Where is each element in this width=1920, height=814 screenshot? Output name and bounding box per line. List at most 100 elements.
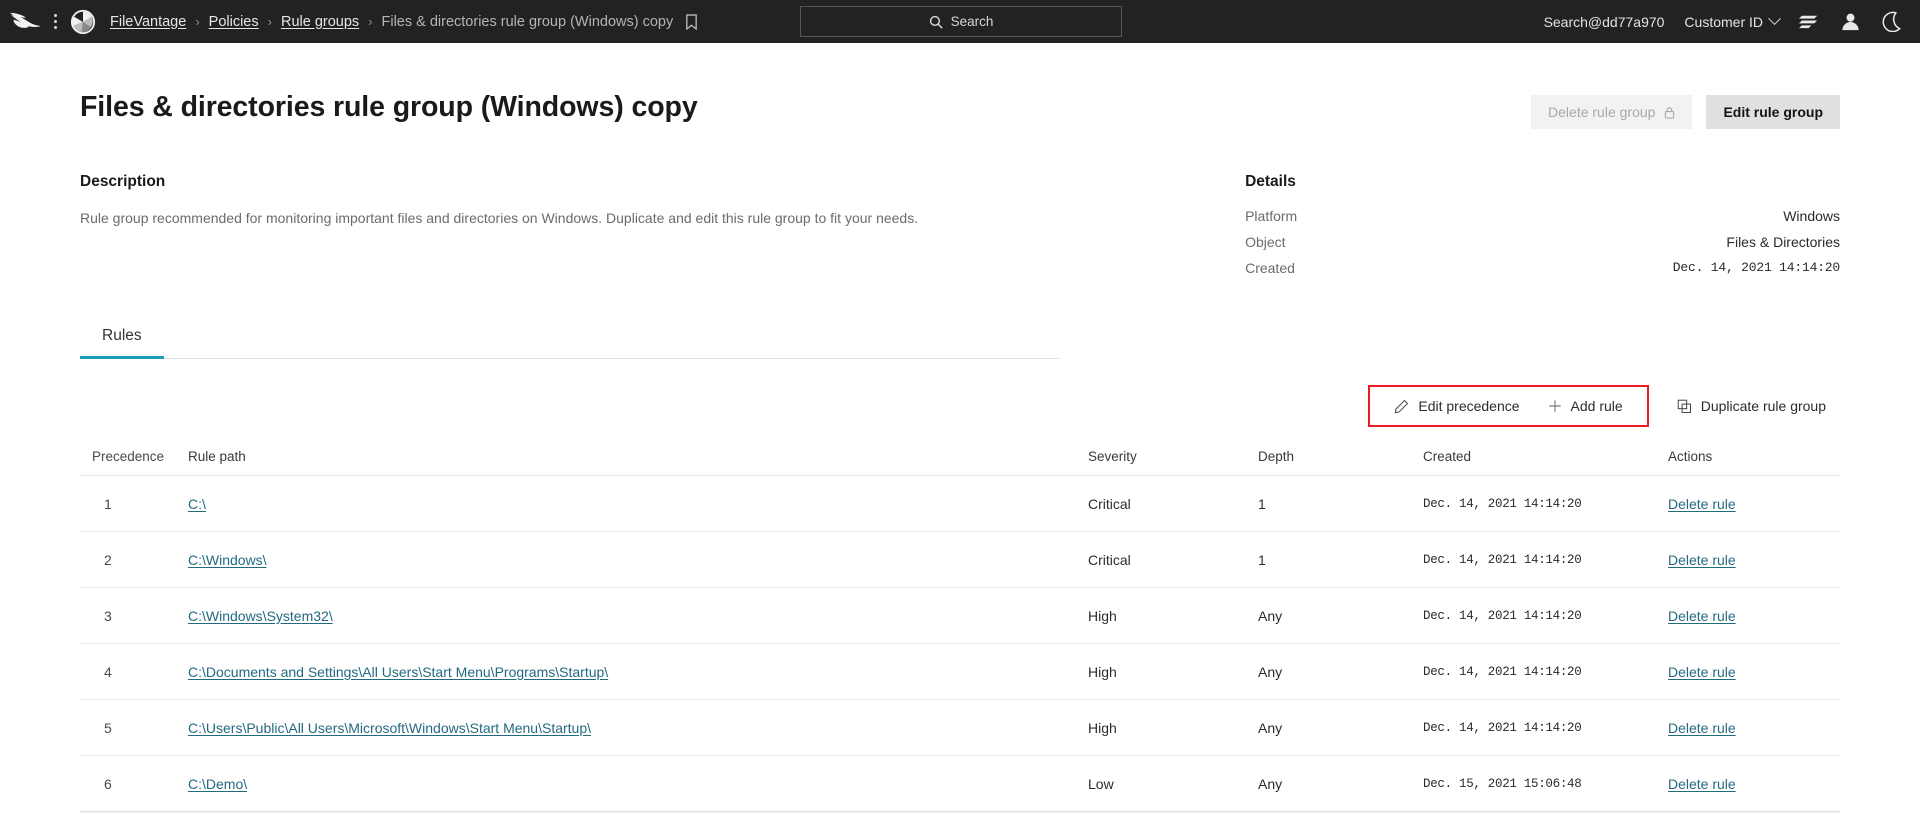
cell-depth: Any <box>1258 719 1283 736</box>
tab-bar: Rules <box>80 318 1060 359</box>
info-section: Description Rule group recommended for m… <box>80 173 1840 286</box>
detail-row-created: Created Dec. 14, 2021 14:14:20 <box>1245 260 1840 276</box>
add-rule-button[interactable]: Add rule <box>1534 391 1637 421</box>
duplicate-rule-group-label: Duplicate rule group <box>1700 398 1826 414</box>
moon-icon[interactable] <box>1881 11 1902 32</box>
topbar-right-cluster: Search@dd77a970 Customer ID <box>1544 11 1902 32</box>
table-row[interactable]: 6 C:\Demo\ Low Any Dec. 15, 2021 15:06:4… <box>80 756 1840 812</box>
cell-precedence: 1 <box>104 495 112 512</box>
detail-row-platform: Platform Windows <box>1245 208 1840 224</box>
cell-created: Dec. 14, 2021 14:14:20 <box>1423 608 1582 623</box>
detail-value: Dec. 14, 2021 14:14:20 <box>1672 260 1840 275</box>
edit-rule-group-button[interactable]: Edit rule group <box>1706 95 1840 129</box>
tab-rules[interactable]: Rules <box>80 318 164 359</box>
table-row[interactable]: 3 C:\Windows\System32\ High Any Dec. 14,… <box>80 588 1840 644</box>
cell-severity: High <box>1088 607 1117 624</box>
user-account-label[interactable]: Search@dd77a970 <box>1544 14 1665 30</box>
rule-path-link[interactable]: C:\Documents and Settings\All Users\Star… <box>188 664 608 680</box>
duplicate-rule-group-button[interactable]: Duplicate rule group <box>1663 391 1840 421</box>
cell-precedence: 5 <box>104 719 112 736</box>
detail-value: Windows <box>1783 208 1840 224</box>
delete-rule-group-button[interactable]: Delete rule group <box>1531 95 1693 129</box>
delete-rule-link[interactable]: Delete rule <box>1668 664 1736 680</box>
cell-created: Dec. 14, 2021 14:14:20 <box>1423 664 1582 679</box>
top-navigation-bar: FileVantage › Policies › Rule groups › F… <box>0 0 1920 43</box>
table-row[interactable]: 5 C:\Users\Public\All Users\Microsoft\Wi… <box>80 700 1840 756</box>
table-row[interactable]: 2 C:\Windows\ Critical 1 Dec. 14, 2021 1… <box>80 532 1840 588</box>
kebab-menu-icon[interactable] <box>46 11 64 33</box>
rule-path-link[interactable]: C:\Users\Public\All Users\Microsoft\Wind… <box>188 720 591 736</box>
customer-id-label: Customer ID <box>1684 13 1763 30</box>
delete-rule-link[interactable]: Delete rule <box>1668 552 1736 568</box>
breadcrumb-item-policies[interactable]: Policies <box>209 14 259 30</box>
breadcrumb-separator: › <box>267 14 272 29</box>
detail-key: Object <box>1245 234 1286 250</box>
delete-rule-group-label: Delete rule group <box>1548 104 1656 120</box>
filevantage-app-icon[interactable] <box>70 9 96 35</box>
bookmark-icon[interactable] <box>685 13 698 30</box>
table-row[interactable]: 1 C:\ Critical 1 Dec. 14, 2021 14:14:20 … <box>80 476 1840 532</box>
description-section: Description Rule group recommended for m… <box>80 173 1245 286</box>
pencil-icon <box>1395 399 1409 413</box>
description-text: Rule group recommended for monitoring im… <box>80 210 919 226</box>
delete-rule-link[interactable]: Delete rule <box>1668 608 1736 624</box>
breadcrumb-item-filevantage[interactable]: FileVantage <box>110 14 186 30</box>
page-title: Files & directories rule group (Windows)… <box>80 91 698 123</box>
cell-created: Dec. 14, 2021 14:14:20 <box>1423 496 1582 511</box>
add-rule-label: Add rule <box>1570 398 1623 414</box>
copy-icon <box>1677 399 1691 413</box>
table-header-row: Precedence Rule path Severity Depth Crea… <box>80 449 1840 476</box>
cell-depth: 1 <box>1258 551 1266 568</box>
breadcrumb-item-rule-groups[interactable]: Rule groups <box>281 14 359 30</box>
rule-path-link[interactable]: C:\Windows\ <box>188 552 267 568</box>
delete-rule-link[interactable]: Delete rule <box>1668 720 1736 736</box>
list-icon[interactable] <box>1799 11 1820 32</box>
customer-id-selector[interactable]: Customer ID <box>1684 12 1781 30</box>
lock-icon <box>1665 106 1675 119</box>
cell-severity: High <box>1088 663 1117 680</box>
detail-row-object: Object Files & Directories <box>1245 234 1840 250</box>
cell-created: Dec. 14, 2021 14:14:20 <box>1423 552 1582 567</box>
cell-depth: 1 <box>1258 495 1266 512</box>
page-header-actions: Delete rule group Edit rule group <box>1531 91 1840 129</box>
rules-toolbar: Edit precedence Add rule Duplicate rule … <box>80 385 1840 427</box>
detail-value: Files & Directories <box>1726 234 1840 250</box>
highlighted-tool-group: Edit precedence Add rule <box>1368 385 1649 427</box>
breadcrumb-separator: › <box>195 14 200 29</box>
detail-key: Platform <box>1245 208 1298 224</box>
cell-precedence: 6 <box>104 775 112 792</box>
falcon-logo[interactable] <box>10 11 44 33</box>
description-heading: Description <box>80 173 166 190</box>
column-header-rule-path: Rule path <box>188 449 246 464</box>
cell-depth: Any <box>1258 775 1283 792</box>
cell-precedence: 4 <box>104 663 112 680</box>
search-input[interactable]: Search <box>800 6 1122 37</box>
breadcrumb-item-current: Files & directories rule group (Windows)… <box>381 13 674 30</box>
column-header-actions: Actions <box>1668 449 1713 464</box>
details-section: Details Platform Windows Object Files & … <box>1245 173 1840 286</box>
cell-precedence: 2 <box>104 551 112 568</box>
user-icon[interactable] <box>1840 11 1861 32</box>
delete-rule-link[interactable]: Delete rule <box>1668 496 1736 512</box>
breadcrumb-separator: › <box>368 14 373 29</box>
cell-depth: Any <box>1258 607 1283 624</box>
plus-icon <box>1548 400 1561 412</box>
cell-created: Dec. 15, 2021 15:06:48 <box>1423 776 1582 791</box>
rule-path-link[interactable]: C:\Windows\System32\ <box>188 608 333 624</box>
column-header-depth: Depth <box>1258 449 1295 464</box>
cell-severity: Low <box>1088 775 1114 792</box>
column-header-severity: Severity <box>1088 449 1137 464</box>
table-row[interactable]: 4 C:\Documents and Settings\All Users\St… <box>80 644 1840 700</box>
column-header-created: Created <box>1423 449 1472 464</box>
breadcrumb: FileVantage › Policies › Rule groups › F… <box>110 14 698 30</box>
rule-path-link[interactable]: C:\ <box>188 496 206 512</box>
delete-rule-link[interactable]: Delete rule <box>1668 776 1736 792</box>
edit-precedence-button[interactable]: Edit precedence <box>1380 391 1533 421</box>
column-header-precedence: Precedence <box>92 449 165 464</box>
cell-precedence: 3 <box>104 607 112 624</box>
rule-path-link[interactable]: C:\Demo\ <box>188 776 247 792</box>
page-header: Files & directories rule group (Windows)… <box>80 43 1840 129</box>
detail-key: Created <box>1245 260 1295 276</box>
edit-rule-group-label: Edit rule group <box>1723 104 1823 120</box>
page-content: Files & directories rule group (Windows)… <box>0 43 1920 812</box>
